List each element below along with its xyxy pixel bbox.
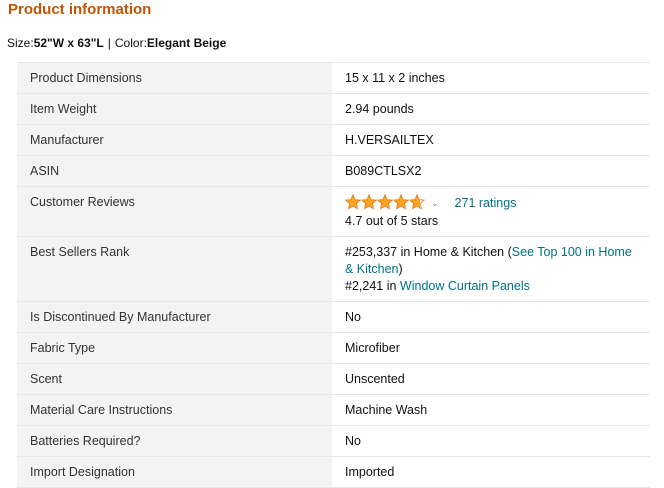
row-value: No [332,301,650,333]
row-value: H.VERSAILTEX [332,124,650,156]
row-label: Product Dimensions [17,62,332,94]
row-value: B089CTLSX2 [332,155,650,187]
table-row: Customer Reviews ⌄ 271 ratings 4.7 out of… [17,186,650,237]
window-curtain-panels-link[interactable]: Window Curtain Panels [400,279,530,293]
row-value: 2.94 pounds [332,93,650,125]
variation-info: Size:52"W x 63"L | Color:Elegant Beige [7,35,226,51]
row-label: Is Discontinued By Manufacturer [17,301,332,333]
separator: | [107,36,111,50]
color-label: Color: [114,36,147,50]
size-value: 52"W x 63"L [33,36,104,50]
star-icon [361,194,377,210]
size-label: Size: [7,36,34,50]
row-value: 15 x 11 x 2 inches [332,62,650,94]
star-icon [409,194,425,210]
product-details-table: Product Dimensions 15 x 11 x 2 inches It… [17,62,650,488]
row-label: Customer Reviews [17,186,332,237]
row-label: Material Care Instructions [17,394,332,426]
table-row: Batteries Required? No [17,425,650,457]
row-value: Machine Wash [332,394,650,426]
table-row: Product Dimensions 15 x 11 x 2 inches [17,62,650,94]
ratings-link[interactable]: 271 ratings [455,196,517,210]
best-sellers-rank-cell: #253,337 in Home & Kitchen (See Top 100 … [332,236,650,302]
star-icon [393,194,409,210]
rank-close-paren: ) [398,262,403,276]
row-label: Fabric Type [17,332,332,364]
section-title: Product information [8,1,152,18]
star-icon [377,194,393,210]
table-row: ASIN B089CTLSX2 [17,155,650,187]
row-label: ASIN [17,155,332,187]
row-value: No [332,425,650,457]
rank-curtain-panels: #2,241 in [345,279,400,293]
rank-home-kitchen: #253,337 in Home & Kitchen ( [345,245,512,259]
table-row: Scent Unscented [17,363,650,395]
row-label: Best Sellers Rank [17,236,332,302]
star-rating[interactable] [345,194,425,213]
row-label: Manufacturer [17,124,332,156]
chevron-down-icon[interactable]: ⌄ [431,195,439,212]
table-row: Manufacturer H.VERSAILTEX [17,124,650,156]
row-value: Microfiber [332,332,650,364]
color-value: Elegant Beige [146,36,227,50]
row-label: Item Weight [17,93,332,125]
star-icon [345,194,361,210]
table-row: Material Care Instructions Machine Wash [17,394,650,426]
customer-reviews-cell: ⌄ 271 ratings 4.7 out of 5 stars [332,186,650,237]
table-row: Item Weight 2.94 pounds [17,93,650,125]
row-value: Unscented [332,363,650,395]
table-row: Best Sellers Rank #253,337 in Home & Kit… [17,236,650,302]
table-row: Is Discontinued By Manufacturer No [17,301,650,333]
row-label: Scent [17,363,332,395]
rating-text: 4.7 out of 5 stars [345,214,439,228]
table-row: Fabric Type Microfiber [17,332,650,364]
row-label: Batteries Required? [17,425,332,457]
